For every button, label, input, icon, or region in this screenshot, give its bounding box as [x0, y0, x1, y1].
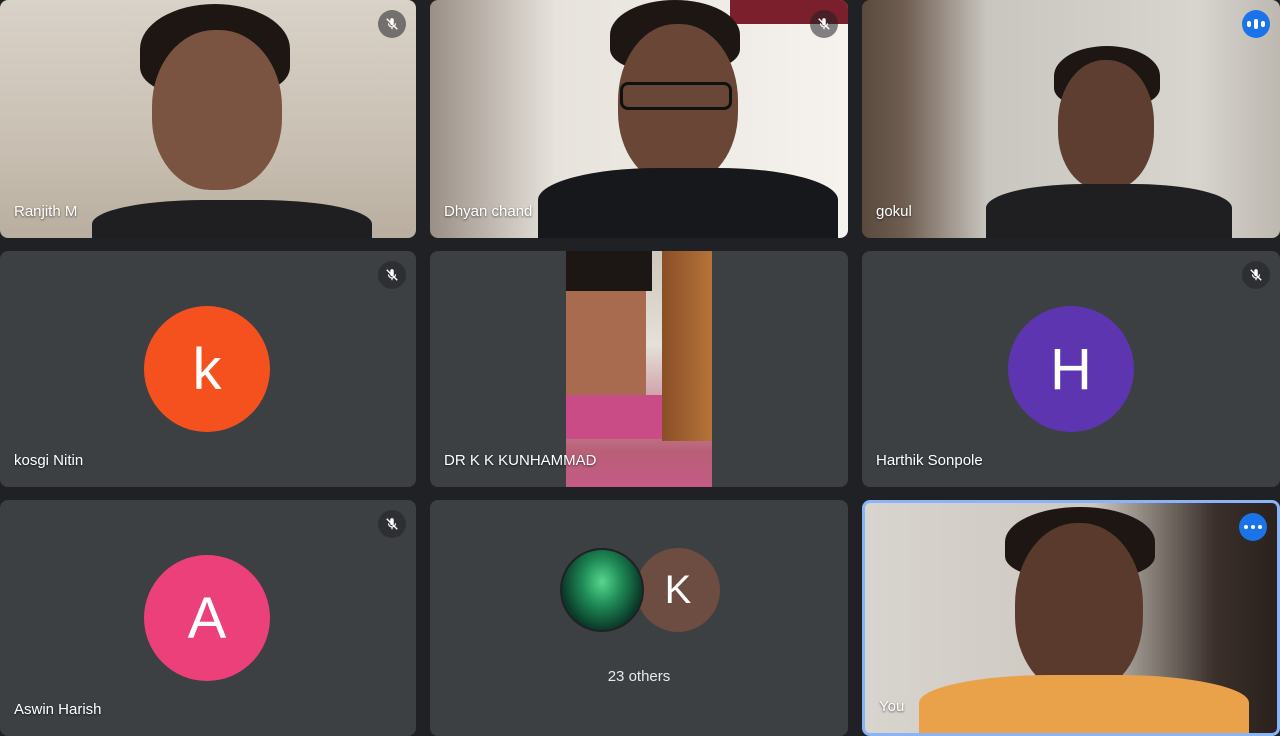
tile-harthik[interactable]: H Harthik Sonpole	[862, 251, 1280, 487]
participant-name: Aswin Harish	[14, 701, 102, 718]
participant-name: kosgi Nitin	[14, 452, 84, 469]
others-avatar-stack: K	[560, 548, 724, 638]
avatar-k: K	[636, 548, 720, 632]
tile-kunhammad[interactable]: DR K K KUNHAMMAD	[430, 251, 848, 487]
mic-off-icon	[1242, 261, 1270, 289]
more-options-icon[interactable]	[1239, 513, 1267, 541]
avatar-image	[560, 548, 644, 632]
tile-ranjith[interactable]: Ranjith M	[0, 0, 416, 238]
participant-name: Dhyan chand	[444, 203, 533, 220]
avatar: H	[1008, 306, 1134, 432]
video-feed	[862, 0, 1280, 238]
tile-kosgi[interactable]: k kosgi Nitin	[0, 251, 416, 487]
mic-off-icon	[378, 10, 406, 38]
avatar: k	[144, 306, 270, 432]
others-count: 23 others	[607, 668, 671, 685]
meeting-grid: Ranjith M Dhyan chand gokul k kosgi Niti…	[0, 0, 1280, 736]
video-feed	[865, 503, 1277, 733]
tile-gokul[interactable]: gokul	[862, 0, 1280, 238]
tile-self[interactable]: You	[862, 500, 1280, 736]
audio-level-icon	[1242, 10, 1270, 38]
tile-others[interactable]: K 23 others	[430, 500, 848, 736]
mic-off-icon	[378, 261, 406, 289]
participant-name: DR K K KUNHAMMAD	[444, 452, 597, 469]
tile-dhyan[interactable]: Dhyan chand	[430, 0, 848, 238]
tile-aswin[interactable]: A Aswin Harish	[0, 500, 416, 736]
participant-name: You	[879, 698, 905, 715]
participant-name: gokul	[876, 203, 912, 220]
mic-off-icon	[378, 510, 406, 538]
avatar: A	[144, 555, 270, 681]
participant-name: Ranjith M	[14, 203, 78, 220]
mic-off-icon	[810, 10, 838, 38]
participant-name: Harthik Sonpole	[876, 452, 983, 469]
